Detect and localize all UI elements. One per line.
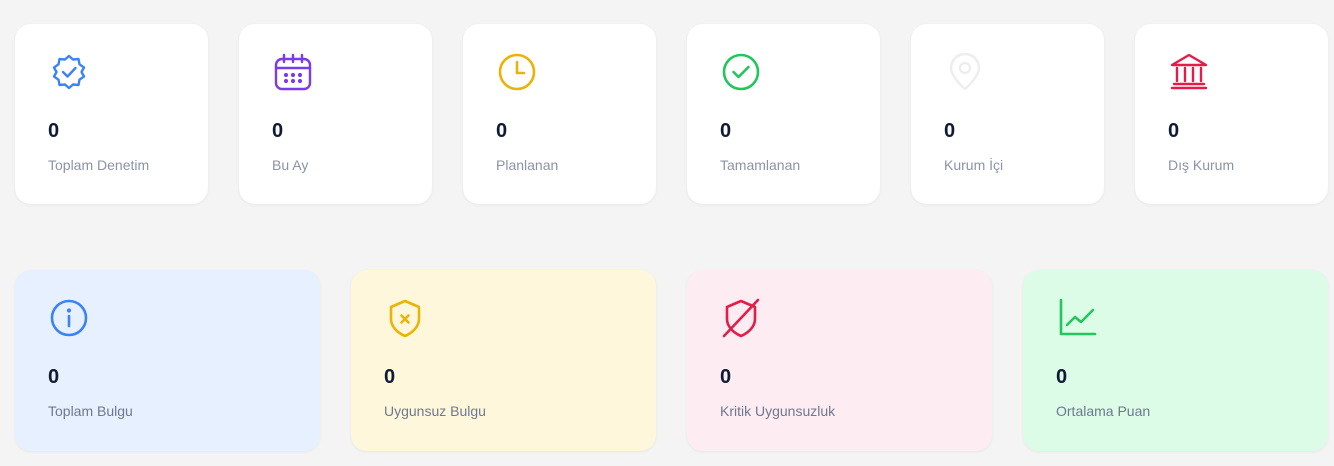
info-circle-icon xyxy=(48,297,90,339)
stat-card-planlanan: 0 Planlanan xyxy=(463,24,656,204)
line-chart-icon xyxy=(1056,297,1098,339)
stat-card-kurum-ici: 0 Kurum İçi xyxy=(911,24,1104,204)
stat-label: Bu Ay xyxy=(272,157,309,173)
calendar-icon xyxy=(272,51,314,93)
stat-value: 0 xyxy=(496,120,508,142)
stat-label: Kurum İçi xyxy=(944,157,1004,173)
stat-label: Tamamlanan xyxy=(720,157,801,173)
stat-value: 0 xyxy=(1056,366,1068,388)
shield-off-icon xyxy=(720,297,762,339)
stat-label: Uygunsuz Bulgu xyxy=(384,403,486,419)
shield-x-icon xyxy=(384,297,426,339)
stat-card-tamamlanan: 0 Tamamlanan xyxy=(687,24,880,204)
stat-card-bu-ay: 0 Bu Ay xyxy=(239,24,432,204)
bank-icon xyxy=(1168,51,1210,93)
stat-value: 0 xyxy=(272,120,284,142)
stat-card-kritik-uygunsuzluk: 0 Kritik Uygunsuzluk xyxy=(687,270,992,451)
stat-value: 0 xyxy=(48,366,60,388)
stat-card-toplam-bulgu: 0 Toplam Bulgu xyxy=(15,270,320,451)
stat-label: Dış Kurum xyxy=(1168,157,1235,173)
stat-label: Toplam Bulgu xyxy=(48,403,133,419)
stat-label: Planlanan xyxy=(496,157,559,173)
stat-card-uygunsuz-bulgu: 0 Uygunsuz Bulgu xyxy=(351,270,656,451)
stat-value: 0 xyxy=(1168,120,1180,142)
stat-value: 0 xyxy=(384,366,396,388)
stat-value: 0 xyxy=(720,120,732,142)
stat-label: Toplam Denetim xyxy=(48,157,150,173)
stat-value: 0 xyxy=(720,366,732,388)
stat-label: Kritik Uygunsuzluk xyxy=(720,403,836,419)
clock-icon xyxy=(496,51,538,93)
stat-card-ortalama-puan: 0 Ortalama Puan xyxy=(1023,270,1328,451)
stat-card-toplam-denetim: 0 Toplam Denetim xyxy=(15,24,208,204)
check-circle-icon xyxy=(720,51,762,93)
stat-label: Ortalama Puan xyxy=(1056,403,1151,419)
stat-value: 0 xyxy=(48,120,60,142)
findings-stats-row: 0 Toplam Bulgu 0 Uygunsuz Bulgu 0 Kritik… xyxy=(15,270,1328,451)
verified-badge-icon xyxy=(48,51,90,93)
stat-card-dis-kurum: 0 Dış Kurum xyxy=(1135,24,1328,204)
location-pin-icon xyxy=(944,51,986,93)
summary-stats-row: 0 Toplam Denetim 0 Bu Ay 0 Planlanan 0 T… xyxy=(15,24,1328,204)
stat-value: 0 xyxy=(944,120,956,142)
